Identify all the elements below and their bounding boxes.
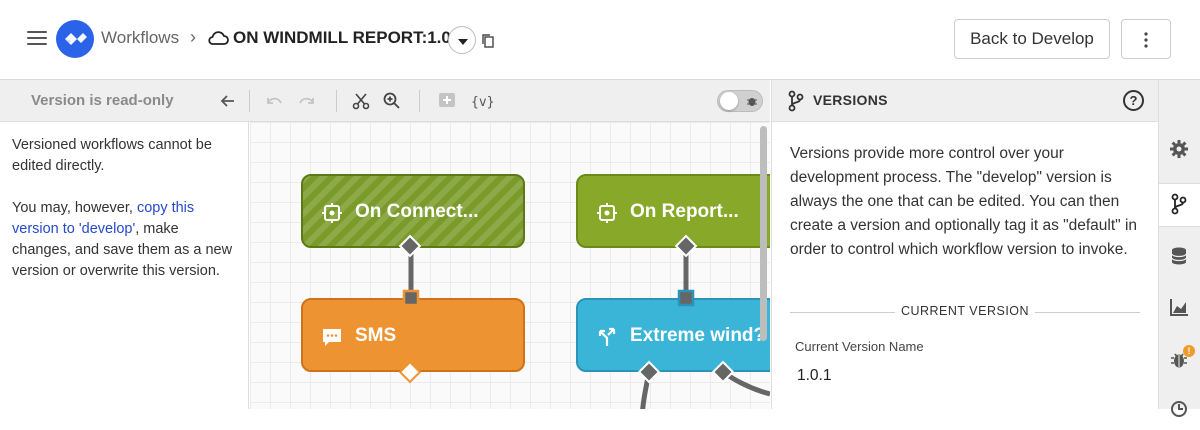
storage-icon — [1171, 247, 1187, 265]
port-layer — [398, 234, 735, 384]
version-dropdown-button[interactable] — [448, 26, 476, 54]
instructions-prefix: You may, however, — [12, 200, 137, 216]
section-label: CURRENT VERSION — [900, 304, 1030, 318]
output-port-true — [637, 360, 661, 384]
history-tab[interactable] — [1159, 390, 1200, 430]
output-port-false — [711, 360, 735, 384]
app-logo[interactable] — [56, 20, 94, 58]
settings-icon — [1170, 140, 1188, 158]
editor-toolbar: Version is read-only {v} — [0, 80, 770, 122]
breadcrumb-workflows[interactable]: Workflows — [101, 28, 179, 48]
versions-icon — [1171, 193, 1187, 215]
side-icon-rail: ! — [1158, 80, 1200, 417]
copy-icon[interactable] — [481, 33, 495, 54]
current-version-name-value: 1.0.1 — [797, 367, 832, 384]
back-to-develop-button[interactable]: Back to Develop — [954, 19, 1110, 59]
breadcrumb-separator: › — [190, 27, 196, 47]
undo-icon[interactable] — [264, 91, 284, 111]
output-port — [398, 360, 422, 384]
svg-text:{v}: {v} — [471, 95, 494, 110]
readonly-label: Version is read-only — [31, 92, 174, 109]
settings-tab[interactable] — [1159, 130, 1200, 170]
storage-tab[interactable] — [1159, 237, 1200, 277]
toolbar-divider — [419, 90, 420, 112]
branch-icon — [788, 90, 804, 117]
versions-panel: VERSIONS ? Versions provide more control… — [771, 80, 1158, 409]
readonly-message: Versioned workflows cannot be edited dir… — [12, 137, 212, 174]
app-header: Workflows › ON WINDMILL REPORT:1.0.1 Bac… — [0, 0, 1200, 80]
workflow-title: ON WINDMILL REPORT:1.0.1 — [233, 28, 466, 47]
scissors-icon[interactable] — [351, 91, 371, 111]
workflow-canvas[interactable]: On Connect... On Report... SMS Extreme w… — [250, 122, 770, 409]
versions-panel-header: VERSIONS ? — [772, 80, 1158, 122]
notification-badge: ! — [1183, 345, 1195, 357]
current-version-section: CURRENT VERSION — [790, 302, 1140, 322]
input-port — [677, 289, 695, 307]
add-node-icon[interactable] — [437, 91, 457, 111]
toolbar-divider — [336, 90, 337, 112]
versions-description: Versions provide more control over your … — [790, 145, 1138, 258]
bug-icon — [747, 98, 757, 106]
redo-icon[interactable] — [297, 91, 317, 111]
canvas-scrollbar[interactable] — [760, 126, 767, 341]
cloud-icon — [207, 30, 229, 51]
stats-icon — [1170, 299, 1188, 316]
debug-toggle[interactable] — [717, 90, 763, 112]
current-version-name-label: Current Version Name — [795, 339, 924, 354]
output-port — [398, 234, 422, 258]
debug-tab[interactable]: ! — [1159, 341, 1200, 381]
clock-icon — [1171, 401, 1187, 417]
versions-tab[interactable] — [1159, 183, 1200, 227]
help-icon[interactable]: ? — [1123, 90, 1144, 111]
more-options-button[interactable] — [1121, 19, 1171, 59]
arrow-left-icon[interactable] — [218, 91, 238, 111]
output-port — [674, 234, 698, 258]
toolbar-divider — [249, 90, 250, 112]
input-port — [402, 289, 420, 307]
toggle-knob — [720, 92, 738, 110]
variables-icon[interactable]: {v} — [470, 91, 494, 111]
readonly-info-panel: Versioned workflows cannot be edited dir… — [0, 122, 249, 409]
kebab-icon — [1144, 32, 1148, 48]
stats-tab[interactable] — [1159, 288, 1200, 328]
menu-icon[interactable] — [27, 31, 47, 47]
copy-instructions: You may, however, copy this version to '… — [12, 198, 236, 282]
versions-title: VERSIONS — [813, 92, 888, 108]
zoom-icon[interactable] — [382, 91, 402, 111]
